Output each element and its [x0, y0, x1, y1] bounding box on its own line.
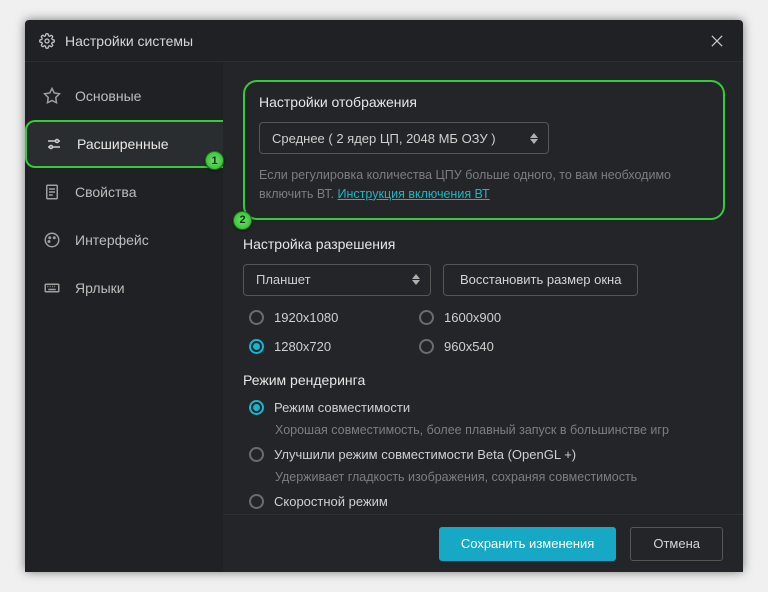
content-area: Настройки отображения Среднее ( 2 ядер Ц…: [223, 62, 743, 514]
cancel-button[interactable]: Отмена: [630, 527, 723, 561]
close-button[interactable]: [705, 29, 729, 53]
sidebar-item-label: Расширенные: [77, 136, 169, 152]
render-mode-desc: Хорошая совместимость, более плавный зап…: [275, 423, 725, 437]
sidebar-item-label: Ярлыки: [75, 280, 125, 296]
display-settings-section: Настройки отображения Среднее ( 2 ядер Ц…: [243, 80, 725, 220]
palette-icon: [43, 231, 61, 249]
chevron-updown-icon: [530, 133, 538, 144]
radio-label: Улучшили режим совместимости Beta (OpenG…: [274, 447, 576, 462]
resolution-radio-960x540[interactable]: 960x540: [419, 339, 589, 354]
performance-select[interactable]: Среднее ( 2 ядер ЦП, 2048 МБ ОЗУ ): [259, 122, 549, 154]
resolution-radio-1280x720[interactable]: 1280x720: [249, 339, 419, 354]
render-mode-compat[interactable]: Режим совместимости: [249, 400, 725, 415]
section-title: Режим рендеринга: [243, 372, 725, 388]
render-mode-speed[interactable]: Скоростной режим: [249, 494, 725, 509]
star-icon: [43, 87, 61, 105]
sidebar-item-properties[interactable]: Свойства: [25, 168, 223, 216]
footer: Сохранить изменения Отмена: [223, 514, 743, 572]
section-title: Настройка разрешения: [243, 236, 725, 252]
sidebar: Основные Расширенные 1 Свойства Интерфей…: [25, 62, 223, 572]
select-value: Планшет: [256, 272, 311, 287]
radio-label: 960x540: [444, 339, 494, 354]
vt-instructions-link[interactable]: Инструкция включения ВТ: [338, 187, 490, 201]
radio-label: Режим совместимости: [274, 400, 410, 415]
titlebar: Настройки системы: [25, 20, 743, 62]
radio-label: Скоростной режим: [274, 494, 388, 509]
sidebar-item-interface[interactable]: Интерфейс: [25, 216, 223, 264]
select-value: Среднее ( 2 ядер ЦП, 2048 МБ ОЗУ ): [272, 131, 496, 146]
resolution-radio-1600x900[interactable]: 1600x900: [419, 310, 589, 325]
render-mode-desc: Удерживает гладкость изображения, сохран…: [275, 470, 725, 484]
sliders-icon: [45, 135, 63, 153]
save-button[interactable]: Сохранить изменения: [439, 527, 617, 561]
radio-label: 1280x720: [274, 339, 331, 354]
callout-badge-2: 2: [233, 211, 252, 230]
settings-dialog: Настройки системы Основные Расширенные 1…: [25, 20, 743, 572]
keyboard-icon: [43, 279, 61, 297]
resolution-radio-1920x1080[interactable]: 1920x1080: [249, 310, 419, 325]
radio-label: 1920x1080: [274, 310, 338, 325]
gear-icon: [39, 33, 55, 49]
sidebar-item-label: Интерфейс: [75, 232, 149, 248]
sidebar-item-label: Свойства: [75, 184, 136, 200]
vt-hint: Если регулировка количества ЦПУ больше о…: [259, 166, 709, 204]
radio-label: 1600x900: [444, 310, 501, 325]
render-mode-opengl[interactable]: Улучшили режим совместимости Beta (OpenG…: [249, 447, 725, 462]
sidebar-item-basic[interactable]: Основные: [25, 72, 223, 120]
sidebar-item-label: Основные: [75, 88, 141, 104]
reset-window-size-button[interactable]: Восстановить размер окна: [443, 264, 638, 296]
chevron-updown-icon: [412, 274, 420, 285]
sidebar-item-advanced[interactable]: Расширенные 1: [25, 120, 223, 168]
window-title: Настройки системы: [65, 33, 193, 49]
device-type-select[interactable]: Планшет: [243, 264, 431, 296]
sidebar-item-shortcuts[interactable]: Ярлыки: [25, 264, 223, 312]
document-icon: [43, 183, 61, 201]
section-title: Настройки отображения: [259, 94, 709, 110]
